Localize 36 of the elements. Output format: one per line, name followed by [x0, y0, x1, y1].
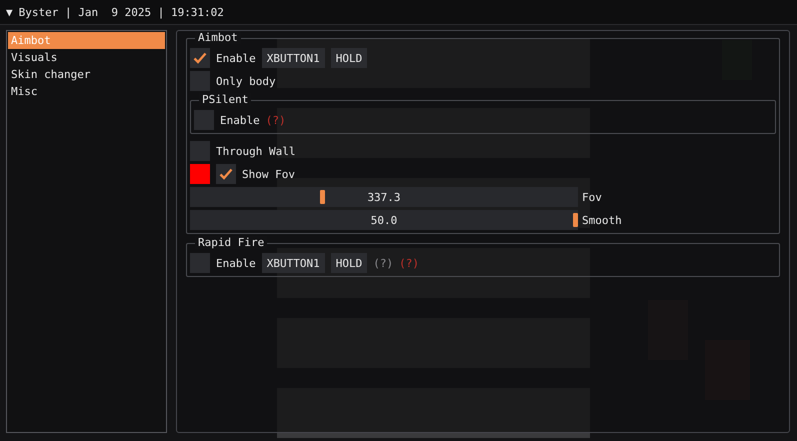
keybind-button[interactable]: XBUTTON1 [262, 253, 325, 273]
checkbox-label: Enable [216, 256, 256, 270]
sidebar-item[interactable]: Skin changer [8, 66, 165, 83]
checkbox-label: Only body [216, 74, 276, 88]
checkbox[interactable] [190, 141, 210, 161]
collapse-arrow[interactable]: ▼ [6, 6, 13, 18]
slider-value: 337.3 [367, 190, 401, 204]
checkbox[interactable] [194, 110, 214, 130]
checkbox-label: Enable [216, 52, 256, 64]
slider-label: Smooth [582, 214, 622, 226]
slider-value: 50.0 [370, 214, 398, 226]
keybind-button[interactable]: XBUTTON1 [262, 48, 325, 68]
checkmark-icon [219, 168, 233, 180]
help-marker[interactable]: (?) [373, 256, 394, 270]
sidebar-item[interactable]: Visuals [8, 49, 165, 66]
sidebar-item[interactable]: Misc [8, 83, 165, 100]
slider-thumb[interactable] [320, 190, 326, 204]
mode-button[interactable]: HOLD [330, 48, 368, 68]
checkbox[interactable] [190, 48, 210, 68]
checkmark-icon [193, 52, 207, 64]
checkbox-label: Show Fov [242, 168, 295, 180]
checkbox-label: Through Wall [216, 144, 296, 158]
group-title: Aimbot [195, 31, 241, 44]
checkbox[interactable] [216, 164, 236, 184]
checkbox-label: Enable [220, 114, 260, 126]
slider-thumb[interactable] [573, 213, 578, 227]
group-title: Rapid Fire [195, 236, 268, 249]
slider[interactable]: 337.3 [190, 187, 578, 207]
group-title: PSilent [199, 93, 252, 106]
color-swatch[interactable] [190, 164, 210, 184]
checkbox[interactable] [190, 71, 210, 91]
window-title: Byster | Jan 9 2025 | 19:31:02 [18, 6, 224, 18]
slider-label: Fov [582, 190, 602, 204]
checkbox[interactable] [190, 253, 210, 273]
slider[interactable]: 50.0 [190, 210, 578, 230]
mode-button[interactable]: HOLD [330, 253, 368, 273]
